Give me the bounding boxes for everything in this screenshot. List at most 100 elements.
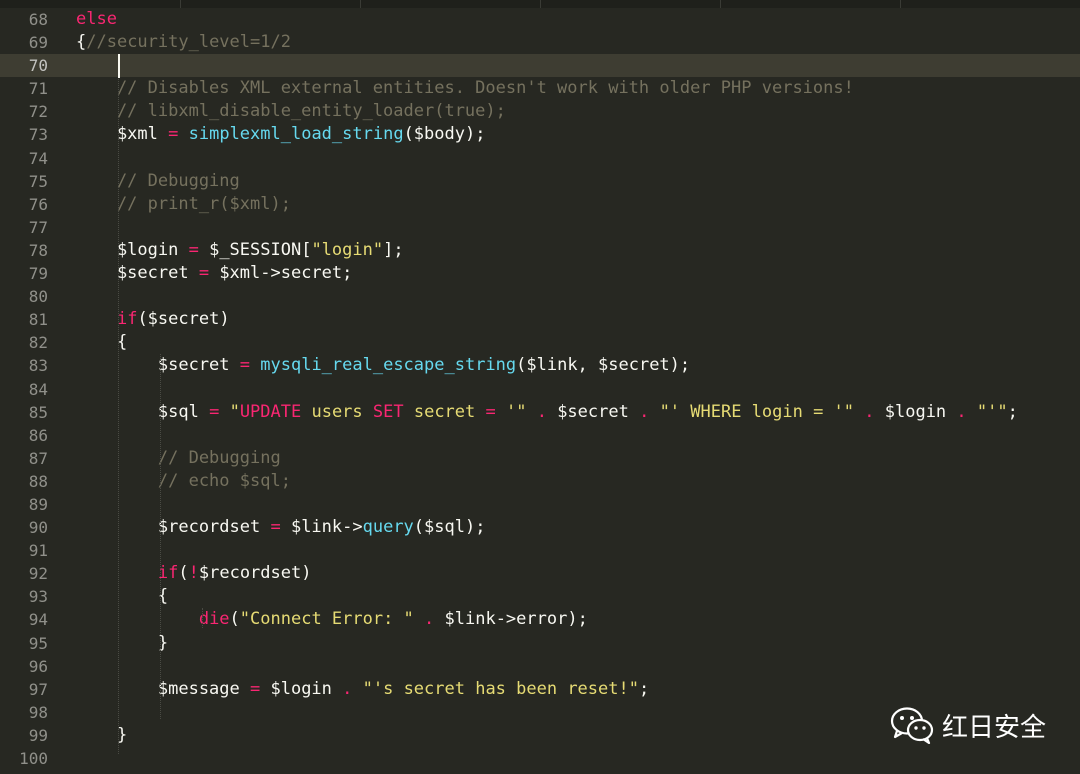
- line-number: 71: [28, 79, 48, 99]
- code-line[interactable]: 75 // Debugging: [0, 170, 1080, 193]
- code-line[interactable]: 87 // Debugging: [0, 447, 1080, 470]
- code-token: simplexml_load_string: [188, 124, 404, 145]
- tab[interactable]: [180, 0, 361, 8]
- line-text: $message = $login . "'s secret has been …: [76, 678, 649, 701]
- code-token: // Disables XML external entities. Doesn…: [76, 78, 854, 99]
- code-line[interactable]: 70: [0, 54, 1080, 78]
- line-number: 94: [28, 610, 48, 630]
- line-text: // libxml_disable_entity_loader(true);: [76, 100, 506, 123]
- code-line[interactable]: 83 $secret = mysqli_real_escape_string($…: [0, 354, 1080, 377]
- code-token: (: [178, 563, 189, 584]
- line-number: 80: [28, 287, 48, 307]
- code-line[interactable]: 90 $recordset = $link->query($sql);: [0, 516, 1080, 539]
- code-line[interactable]: 100: [0, 747, 1080, 770]
- line-number: 73: [28, 125, 48, 145]
- code-token: ($body);: [403, 124, 486, 145]
- line-text: if(!$recordset): [76, 562, 312, 585]
- code-token: ;: [638, 678, 650, 699]
- line-text: // Debugging: [76, 447, 281, 470]
- line-number: 78: [28, 240, 48, 260]
- code-token: =: [250, 678, 261, 699]
- code-token: "'s secret has been reset!": [362, 678, 639, 699]
- indent-guide: [202, 608, 203, 628]
- code-token: "Connect Error: ": [239, 609, 414, 630]
- line-number: 74: [28, 148, 48, 168]
- code-line[interactable]: 92 if(!$recordset): [0, 562, 1080, 585]
- code-line[interactable]: 80: [0, 285, 1080, 308]
- code-line[interactable]: 69 {//security_level=1/2: [0, 31, 1080, 54]
- code-line[interactable]: 79 $secret = $xml->secret;: [0, 262, 1080, 285]
- code-line[interactable]: 91: [0, 539, 1080, 562]
- tab[interactable]: [360, 0, 541, 8]
- line-number: 81: [28, 310, 48, 330]
- line-text: {: [76, 585, 168, 608]
- code-line[interactable]: 82 {: [0, 331, 1080, 354]
- code-token: $recordset: [76, 517, 271, 538]
- code-line[interactable]: 76 // print_r($xml);: [0, 193, 1080, 216]
- code-line[interactable]: 74: [0, 147, 1080, 170]
- line-text: $sql = "UPDATE users SET secret = '" . $…: [76, 401, 1018, 424]
- line-number: 68: [28, 10, 48, 29]
- tab[interactable]: [900, 0, 1080, 8]
- code-area[interactable]: 68 else 69 {//security_level=1/2 70 71 // Dis…: [0, 8, 1080, 770]
- line-number: 89: [28, 494, 48, 514]
- code-line[interactable]: 89: [0, 493, 1080, 516]
- line-number: 92: [28, 564, 48, 584]
- line-number: 95: [28, 633, 48, 653]
- line-text: $recordset = $link->query($sql);: [76, 516, 486, 539]
- code-token: }: [76, 632, 169, 653]
- code-token: =: [239, 355, 251, 376]
- code-line[interactable]: 95 }: [0, 632, 1080, 655]
- line-number: 76: [28, 194, 48, 214]
- code-token: ];: [383, 239, 404, 260]
- code-line[interactable]: 85 $sql = "UPDATE users SET secret = '" …: [0, 401, 1080, 424]
- code-line[interactable]: 84: [0, 378, 1080, 401]
- code-token: "'": [976, 401, 1008, 422]
- code-token: // libxml_disable_entity_loader(true);: [76, 101, 506, 122]
- code-token: (: [229, 609, 240, 630]
- code-token: {: [76, 332, 128, 353]
- code-token: =: [209, 401, 220, 422]
- tab[interactable]: [720, 0, 901, 8]
- code-line[interactable]: 96: [0, 655, 1080, 678]
- code-token: $message: [76, 678, 250, 699]
- line-text: else: [76, 8, 117, 31]
- code-line[interactable]: 93 {: [0, 585, 1080, 608]
- code-line[interactable]: 78 $login = $_SESSION["login"];: [0, 239, 1080, 262]
- code-token: "login": [311, 239, 384, 260]
- code-token: .: [331, 678, 363, 699]
- line-text: // Disables XML external entities. Doesn…: [76, 77, 854, 100]
- code-token: UPDATE: [239, 401, 302, 422]
- code-token: ($secret): [137, 309, 230, 330]
- code-line[interactable]: 81 if($secret): [0, 308, 1080, 331]
- tab[interactable]: [0, 0, 181, 8]
- tab-strip[interactable]: [0, 0, 1080, 8]
- code-token: if: [116, 309, 138, 330]
- code-line[interactable]: 94 die("Connect Error: " . $link->error)…: [0, 608, 1080, 631]
- line-number: 69: [28, 33, 48, 53]
- code-token: secret: [403, 401, 486, 422]
- line-number: 82: [28, 333, 48, 353]
- line-number: 72: [28, 102, 48, 122]
- code-line[interactable]: 86: [0, 424, 1080, 447]
- code-line[interactable]: 72 // libxml_disable_entity_loader(true)…: [0, 100, 1080, 123]
- code-line[interactable]: 88 // echo $sql;: [0, 470, 1080, 493]
- line-number: 99: [28, 725, 48, 745]
- code-line[interactable]: 77: [0, 216, 1080, 239]
- code-line[interactable]: 97 $message = $login . "'s secret has be…: [0, 678, 1080, 701]
- line-number: 88: [28, 471, 48, 491]
- code-editor[interactable]: 68 else 69 {//security_level=1/2 70 71 // Dis…: [0, 0, 1080, 774]
- code-token: $link->: [280, 517, 363, 538]
- code-token: '": [495, 401, 527, 422]
- code-line[interactable]: 73 $xml = simplexml_load_string($body);: [0, 123, 1080, 146]
- code-line[interactable]: 68 else: [0, 8, 1080, 31]
- code-token: //security_level=1/2: [86, 32, 291, 53]
- code-token: .: [628, 401, 660, 422]
- code-line[interactable]: 71 // Disables XML external entities. Do…: [0, 77, 1080, 100]
- tab[interactable]: [540, 0, 721, 8]
- code-token: // print_r($xml);: [76, 193, 291, 214]
